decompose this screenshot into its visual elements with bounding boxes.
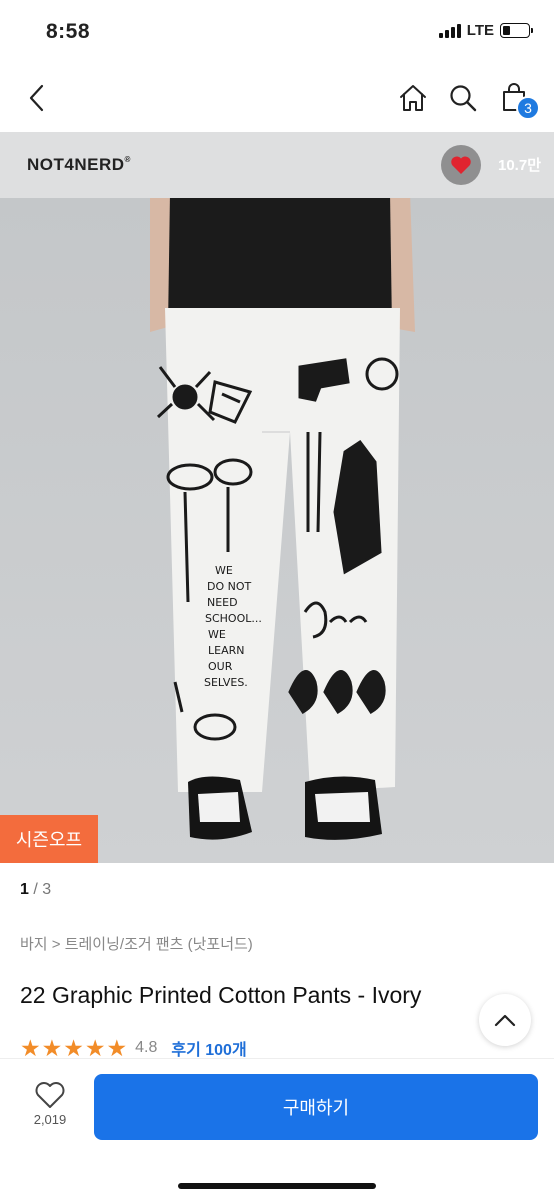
product-image-carousel[interactable]: WE DO NOT NEED SCHOOL... WE LEARN OUR SELVES. … [0, 132, 554, 863]
chevron-up-icon [494, 1014, 516, 1027]
status-indicators: LTE [438, 22, 533, 39]
pager-separator: / [28, 881, 43, 898]
top-nav: 3 [0, 66, 554, 132]
chevron-left-icon [29, 84, 44, 112]
star-icon: ★ [41, 1034, 63, 1061]
brand-logo[interactable]: NOT4NERD® [27, 155, 131, 175]
back-button[interactable] [18, 78, 58, 118]
scroll-to-top-button[interactable] [479, 994, 531, 1046]
star-icon: ★ [84, 1034, 106, 1061]
product-photo: WE DO NOT NEED SCHOOL... WE LEARN OUR SELVES. [0, 132, 554, 863]
rating-value: 4.8 [135, 1039, 158, 1056]
star-icon: ★ [63, 1034, 84, 1061]
network-label: LTE [466, 22, 494, 39]
category-breadcrumb[interactable]: 바지 > 트레이닝/조거 팬츠 (낫포너드) [20, 933, 253, 954]
svg-text:WE: WE [208, 628, 226, 641]
image-pager: 1 / 3 [20, 881, 51, 899]
battery-icon [500, 23, 533, 38]
buy-button[interactable]: 구매하기 [94, 1074, 538, 1140]
pager-current: 1 [20, 881, 29, 898]
rating-row: ★ ★ ★ ★ ★ 4.8 후기 100개 [20, 1036, 247, 1060]
pager-total: 3 [42, 881, 52, 898]
status-bar: 8:58 LTE [0, 0, 554, 66]
svg-text:WE: WE [215, 564, 233, 577]
heart-outline-icon [35, 1082, 65, 1108]
svg-text:LEARN: LEARN [208, 644, 244, 657]
svg-text:NEED: NEED [207, 596, 238, 609]
review-count-link[interactable]: 후기 100개 [171, 1036, 246, 1060]
like-count: 2,019 [33, 1112, 67, 1127]
svg-text:OUR: OUR [208, 660, 233, 673]
cart-count-badge: 3 [516, 96, 540, 120]
cart-button[interactable]: 3 [494, 78, 540, 120]
home-indicator [178, 1183, 376, 1189]
search-button[interactable] [443, 78, 483, 118]
brand-strip: NOT4NERD® 10.7만 [0, 132, 554, 198]
heart-filled-icon [451, 156, 471, 174]
star-rating: ★ ★ ★ ★ ★ [20, 1034, 128, 1061]
svg-text:DO NOT: DO NOT [207, 580, 252, 593]
star-icon: ★ [106, 1034, 128, 1061]
status-time: 8:58 [46, 20, 91, 43]
bottom-action-bar: 2,019 구매하기 [0, 1058, 554, 1200]
brand-favorite-count: 10.7만 [498, 157, 541, 174]
product-title: 22 Graphic Printed Cotton Pants - Ivory [20, 982, 422, 1008]
brand-favorite-button[interactable] [441, 145, 481, 185]
signal-icon [438, 23, 461, 38]
star-icon: ★ [20, 1034, 41, 1061]
svg-text:SELVES.: SELVES. [204, 676, 248, 689]
season-off-badge: 시즌오프 [0, 815, 98, 863]
home-icon [400, 85, 426, 111]
search-icon [450, 85, 477, 112]
like-button[interactable]: 2,019 [26, 1081, 74, 1141]
svg-text:SCHOOL...: SCHOOL... [205, 612, 262, 625]
home-button[interactable] [393, 78, 433, 118]
